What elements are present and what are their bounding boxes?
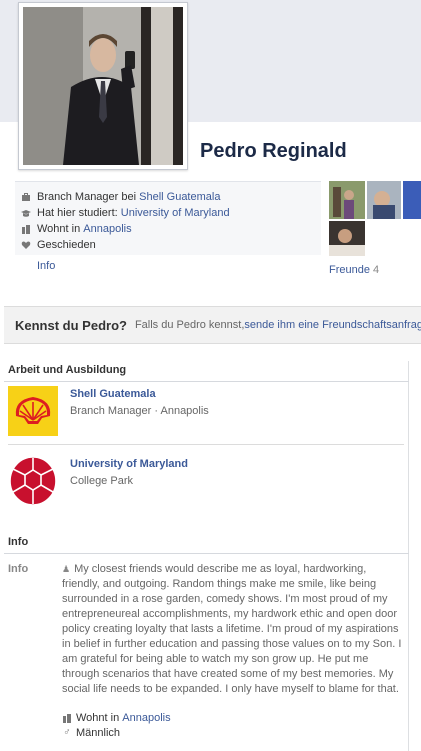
relationship-status: Geschieden	[37, 239, 96, 251]
education-item-title[interactable]: University of Maryland	[70, 458, 188, 470]
about-live-row: Wohnt in Annapolis	[15, 221, 321, 237]
work-divider	[8, 444, 404, 445]
info-gender-row: ♂ Männlich	[62, 727, 120, 739]
profile-picture[interactable]	[18, 2, 188, 170]
heart-icon	[21, 240, 31, 250]
info-label: Info	[8, 563, 29, 575]
about-summary: Branch Manager bei Shell Guatemala Hat h…	[15, 181, 321, 255]
gender-value: Männlich	[76, 727, 121, 739]
graduation-cap-icon	[21, 208, 31, 218]
friends-count: 4	[373, 264, 380, 276]
about-relationship-row: Geschieden	[15, 237, 321, 253]
bio-text: My closest friends would describe me as …	[62, 563, 402, 695]
education-item-subtitle: College Park	[70, 475, 133, 487]
about-work-row: Branch Manager bei Shell Guatemala	[15, 189, 321, 205]
info-heading: Info	[4, 536, 409, 554]
info-tab-link[interactable]: Info	[37, 260, 55, 272]
work-employer-link[interactable]: Shell Guatemala	[139, 191, 220, 203]
work-item: Shell Guatemala Branch Manager · Annapol…	[8, 386, 404, 438]
info-live-row: Wohnt in Annapolis	[62, 712, 171, 724]
work-prefix: Branch Manager bei	[37, 191, 137, 203]
education-item: University of Maryland College Park	[8, 456, 404, 508]
briefcase-icon	[21, 192, 31, 202]
friend-request-bar: Kennst du Pedro? Falls du Pedro kennst, …	[4, 306, 421, 344]
live-city-link[interactable]: Annapolis	[83, 223, 131, 235]
study-school-link[interactable]: University of Maryland	[121, 207, 230, 219]
home-icon	[21, 224, 31, 234]
work-item-subtitle: Branch Manager · Annapolis	[70, 405, 209, 417]
study-prefix: Hat hier studiert:	[37, 207, 118, 219]
kennst-text: Falls du Pedro kennst,	[134, 319, 245, 331]
university-of-maryland-logo-icon[interactable]	[8, 456, 58, 506]
about-study-row: Hat hier studiert: University of Marylan…	[15, 205, 321, 221]
home-icon	[62, 713, 72, 723]
work-item-title[interactable]: Shell Guatemala	[70, 388, 156, 400]
friends-thumbnails[interactable]	[329, 181, 421, 256]
work-education-heading: Arbeit und Ausbildung	[4, 364, 409, 382]
profile-photo-image	[23, 7, 183, 165]
info-live-city-link[interactable]: Annapolis	[122, 712, 170, 724]
live-prefix: Wohnt in	[37, 223, 81, 235]
friends-label: Freunde	[329, 264, 370, 276]
male-icon: ♂	[63, 727, 71, 738]
shell-logo-icon[interactable]	[8, 386, 58, 436]
bio-text-block: ♟ My closest friends would describe me as…	[62, 562, 402, 697]
friends-count-link[interactable]: Freunde 4	[329, 264, 379, 276]
profile-name: Pedro Reginald	[200, 140, 347, 162]
kennst-title: Kennst du Pedro?	[15, 317, 127, 333]
person-icon: ♟	[62, 564, 71, 574]
column-divider	[408, 361, 409, 751]
info-live-prefix: Wohnt in	[76, 712, 120, 724]
friends-photo-grid	[329, 181, 421, 256]
send-friend-request-link[interactable]: sende ihm eine Freundschaftsanfrage	[244, 319, 421, 331]
